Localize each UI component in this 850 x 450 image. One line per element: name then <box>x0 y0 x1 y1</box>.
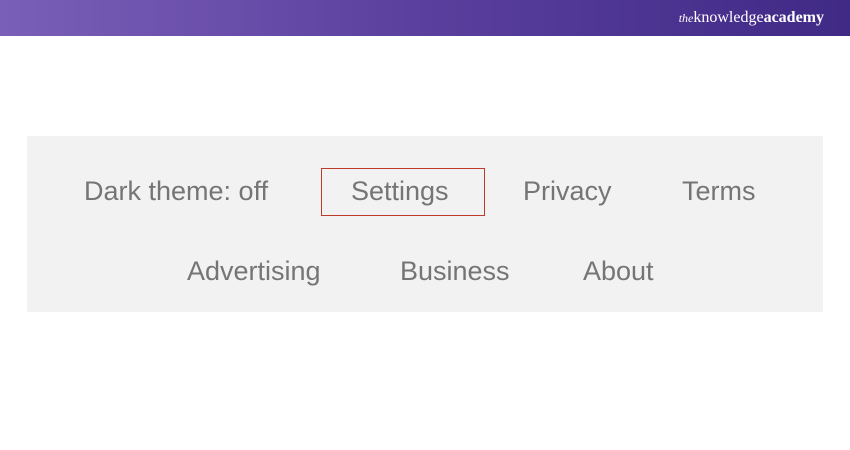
business-link[interactable]: Business <box>400 255 510 287</box>
brand-prefix: the <box>678 11 694 25</box>
dark-theme-toggle-link[interactable]: Dark theme: off <box>84 175 268 207</box>
brand-academy: academy <box>763 9 824 26</box>
top-banner: theknowledgeacademy <box>0 0 850 36</box>
about-link[interactable]: About <box>583 255 654 287</box>
advertising-link[interactable]: Advertising <box>187 255 321 287</box>
terms-link[interactable]: Terms <box>682 175 756 207</box>
privacy-link[interactable]: Privacy <box>523 175 612 207</box>
settings-highlight-box <box>321 168 485 216</box>
brand-logo: theknowledgeacademy <box>679 9 824 27</box>
brand-knowledge: knowledge <box>693 9 764 26</box>
